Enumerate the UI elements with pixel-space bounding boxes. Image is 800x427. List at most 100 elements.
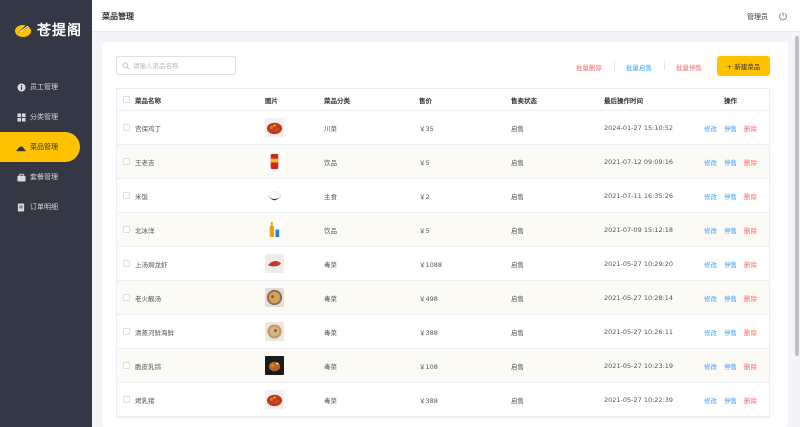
column-header-price: 售价 [419,96,432,105]
divider [614,61,615,70]
column-header-actions: 操作 [724,96,737,105]
sidebar-nav: 员工管理 分类管理 菜品管理 套餐管理 订单明细 [0,72,92,222]
toggle-status-button[interactable]: 停售 [724,259,737,269]
dish-category: 毒菜 [324,362,337,371]
dish-price: ￥5 [419,158,430,167]
sidebar-item-combos[interactable]: 套餐管理 [0,162,92,192]
dish-name: 北冰洋 [135,226,155,235]
top-header: 菜品管理 管理员 [92,0,800,32]
edit-button[interactable]: 修改 [704,259,717,269]
edit-button[interactable]: 修改 [704,225,717,235]
row-checkbox[interactable] [123,383,130,416]
delete-button[interactable]: 删除 [744,293,757,303]
table-header: 菜品名称 图片 菜品分类 售价 售卖状态 最后操作时间 操作 [117,89,769,111]
row-checkbox[interactable] [123,349,130,382]
dish-category: 毒菜 [324,328,337,337]
toggle-status-button[interactable]: 停售 [724,123,737,133]
dish-updated-time: 2021-05-27 10:22:39 [604,395,674,404]
edit-button[interactable]: 修改 [704,327,717,337]
select-all-checkbox[interactable] [123,89,130,110]
dish-management-panel: 批量删除 批量启售 批量停售 + 新建菜品 菜品名称 图片 菜品分类 售价 售卖… [102,42,788,427]
delete-button[interactable]: 删除 [744,361,757,371]
column-header-status: 售卖状态 [511,96,537,105]
row-checkbox[interactable] [123,281,130,314]
delete-button[interactable]: 删除 [744,123,757,133]
toggle-status-button[interactable]: 停售 [724,225,737,235]
dish-name: 脆皮乳鸽 [135,362,161,371]
delete-button[interactable]: 删除 [744,259,757,269]
delete-button[interactable]: 删除 [744,225,757,235]
row-actions: 修改 停售 删除 [704,349,764,382]
dish-name: 米饭 [135,192,148,201]
dish-image [265,315,284,348]
batch-enable-button[interactable]: 批量启售 [626,62,652,72]
toggle-status-button[interactable]: 停售 [724,395,737,405]
power-icon[interactable] [778,11,788,21]
delete-button[interactable]: 删除 [744,395,757,405]
page-title: 菜品管理 [102,12,134,21]
column-header-name: 菜品名称 [135,96,161,105]
edit-button[interactable]: 修改 [704,293,717,303]
table-row: 王老吉 饮品 ￥5 启售 2021-07-12 09:09:16 修改 停售 删除 [117,145,769,179]
row-checkbox[interactable] [123,111,130,144]
grid-icon [16,112,26,122]
row-checkbox[interactable] [123,213,130,246]
toggle-status-button[interactable]: 停售 [724,327,737,337]
edit-button[interactable]: 修改 [704,157,717,167]
sidebar: 苍提阁 员工管理 分类管理 菜品管理 套餐管理 订单明细 [0,0,92,427]
sidebar-item-label: 订单明细 [30,203,58,211]
edit-button[interactable]: 修改 [704,123,717,133]
dish-category: 川菜 [324,124,337,133]
divider [664,61,665,70]
row-checkbox[interactable] [123,315,130,348]
delete-button[interactable]: 删除 [744,157,757,167]
sidebar-item-categories[interactable]: 分类管理 [0,102,92,132]
table-row: 北冰洋 饮品 ￥5 启售 2021-07-09 15:12:18 修改 停售 删除 [117,213,769,247]
page-scrollbar[interactable] [794,32,800,427]
table-row: 米饭 主食 ￥2 启售 2021-07-11 16:35:26 修改 停售 删除 [117,179,769,213]
dish-category: 毒菜 [324,260,337,269]
delete-button[interactable]: 删除 [744,191,757,201]
search-icon [122,62,130,69]
column-header-time: 最后操作时间 [604,96,643,105]
dish-category: 饮品 [324,226,337,235]
dish-image [265,145,284,178]
dish-name: 清蒸河鲜海鲜 [135,328,174,337]
dish-name: 王老吉 [135,158,155,167]
toggle-status-button[interactable]: 停售 [724,361,737,371]
dish-category: 饮品 [324,158,337,167]
user-name[interactable]: 管理员 [747,12,768,22]
batch-delete-button[interactable]: 批量删除 [576,62,602,72]
search-input[interactable] [133,61,233,70]
delete-button[interactable]: 删除 [744,327,757,337]
row-checkbox[interactable] [123,247,130,280]
dish-category: 毒菜 [324,294,337,303]
order-icon [16,202,26,212]
sidebar-item-dishes[interactable]: 菜品管理 [0,132,80,162]
dish-price: ￥1088 [419,260,443,269]
dish-status: 启售 [511,192,524,201]
combo-icon [16,172,26,182]
logo-icon [15,23,31,37]
dish-name: 宫保鸡丁 [135,124,161,133]
search-box[interactable] [116,56,236,75]
scrollbar-thumb[interactable] [795,36,799,356]
table-body: 宫保鸡丁 川菜 ￥35 启售 2024-01-27 15:10:52 修改 停售 删除 王老吉饮… [117,111,769,417]
toggle-status-button[interactable]: 停售 [724,293,737,303]
row-checkbox[interactable] [123,179,130,212]
dish-image [265,383,284,416]
row-actions: 修改 停售 删除 [704,281,764,314]
edit-button[interactable]: 修改 [704,191,717,201]
info-icon [16,82,26,92]
edit-button[interactable]: 修改 [704,395,717,405]
add-dish-button[interactable]: + 新建菜品 [717,56,770,76]
row-actions: 修改 停售 删除 [704,213,764,246]
toggle-status-button[interactable]: 停售 [724,157,737,167]
edit-button[interactable]: 修改 [704,361,717,371]
sidebar-item-employees[interactable]: 员工管理 [0,72,92,102]
dish-price: ￥388 [419,328,438,337]
sidebar-item-orders[interactable]: 订单明细 [0,192,92,222]
batch-disable-button[interactable]: 批量停售 [676,62,702,72]
row-checkbox[interactable] [123,145,130,178]
toggle-status-button[interactable]: 停售 [724,191,737,201]
